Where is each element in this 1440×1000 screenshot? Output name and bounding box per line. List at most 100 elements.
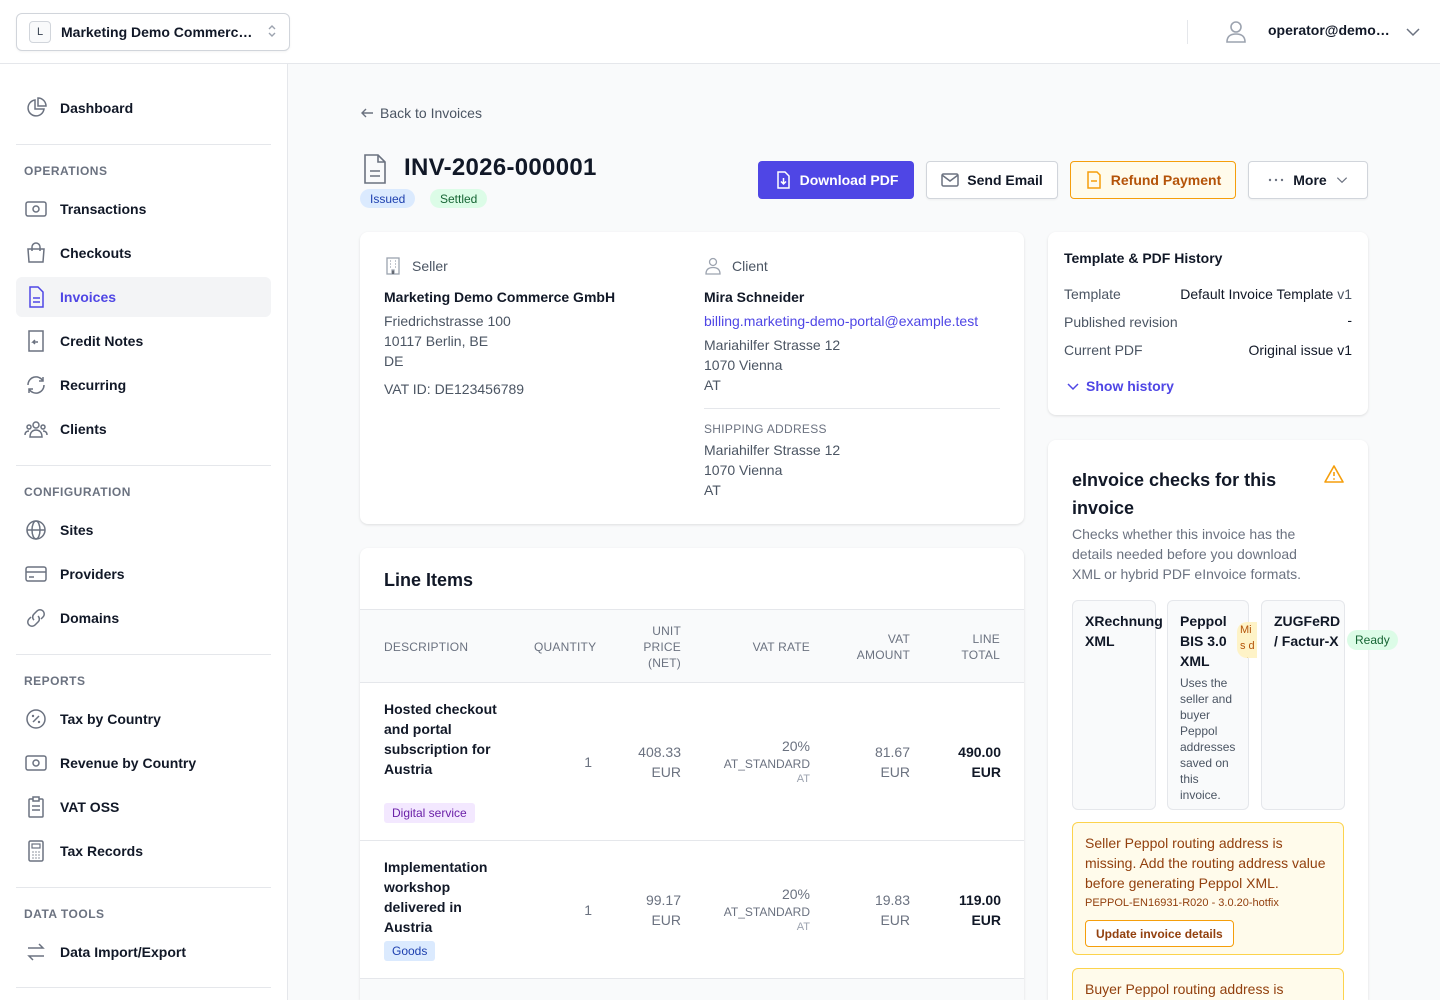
globe-icon (26, 520, 46, 540)
seller-street: Friedrichstrasse 100 (384, 313, 511, 329)
format-card-zugferd[interactable]: ZUGFeRD / Factur-X (1261, 600, 1345, 810)
vat-rate-value: 20% (781, 886, 810, 902)
user-icon (705, 257, 721, 275)
refund-label: Refund Payment (1110, 172, 1222, 188)
warning-buyer-peppol: Buyer Peppol routing address is (1072, 968, 1344, 1000)
sidebar-item-recurring[interactable]: Recurring (16, 365, 271, 405)
item-vat-rate: 20% AT_STANDARD AT (710, 736, 810, 786)
send-email-button[interactable]: Send Email (926, 161, 1058, 199)
status-badge-xrechnung: Mis dat (1237, 622, 1257, 658)
refresh-icon (27, 376, 45, 394)
client-name: Mira Schneider (704, 289, 805, 305)
banknote-icon (25, 201, 47, 217)
line-items-card: Line Items DESCRIPTION QUANTITY UNIT PRI… (360, 548, 1024, 1000)
calculator-icon (28, 840, 44, 862)
page-title: INV-2026-000001 (404, 154, 597, 181)
update-invoice-details-button[interactable]: Update invoice details (1085, 920, 1234, 947)
chevron-down-icon (1067, 383, 1079, 391)
link-icon (27, 609, 45, 627)
sidebar-item-sites[interactable]: Sites (16, 510, 271, 550)
sidebar-item-data-import-export[interactable]: Data Import/Export (16, 932, 271, 972)
arrows-exchange-icon (27, 943, 45, 961)
download-pdf-button[interactable]: Download PDF (758, 161, 914, 199)
chevron-down-icon[interactable] (1405, 24, 1421, 40)
warning-seller-peppol: Seller Peppol routing address is missing… (1072, 822, 1344, 955)
more-actions-button[interactable]: More (1248, 161, 1368, 199)
back-to-invoices-link[interactable]: Back to Invoices (360, 105, 482, 121)
item-vat-rate: 20% AT_STANDARD AT (710, 884, 810, 934)
sidebar-item-clients[interactable]: Clients (16, 409, 271, 449)
line-total-currency: EUR (971, 912, 1001, 928)
status-badge-issued: Issued (360, 189, 416, 208)
warning-text: Buyer Peppol routing address is (1085, 981, 1284, 997)
arrow-left-icon (361, 108, 373, 118)
format-card-xrechnung[interactable]: XRechnung XML (1072, 600, 1163, 810)
sidebar-item-vat-oss[interactable]: VAT OSS (16, 787, 271, 827)
sidebar-item-invoices[interactable]: Invoices (16, 277, 271, 317)
sidebar: Dashboard OPERATIONS Transactions Checko… (0, 64, 288, 1000)
sidebar-item-dashboard[interactable]: Dashboard (16, 88, 271, 128)
warning-icon (1324, 465, 1344, 483)
sidebar-item-providers[interactable]: Providers (16, 554, 271, 594)
client-heading: Client (704, 257, 768, 275)
clipboard-icon (28, 796, 44, 818)
format-note: Uses the seller and buyer Peppol address… (1180, 676, 1236, 802)
einvoice-description: Checks whether this invoice has the deta… (1072, 526, 1302, 582)
column-header: QUANTITY (534, 640, 597, 654)
divider (1187, 20, 1188, 44)
users-icon (24, 421, 48, 438)
status-badge-zugferd: Ready (1347, 630, 1398, 650)
seller-name: Marketing Demo Commerce GmbH (384, 289, 616, 305)
divider (16, 654, 271, 655)
sidebar-item-tax-records[interactable]: Tax Records (16, 831, 271, 871)
sidebar-item-label: Tax by Country (60, 711, 161, 727)
envelope-icon (941, 173, 960, 187)
item-vat-amount: 19.83 EUR (850, 890, 910, 930)
vat-amount-currency: EUR (880, 764, 910, 780)
sidebar-item-tax-by-country[interactable]: Tax by Country (16, 699, 271, 739)
sidebar-item-domains[interactable]: Domains (16, 598, 271, 638)
refund-payment-button[interactable]: Refund Payment (1070, 161, 1236, 199)
vat-country: AT (796, 773, 810, 785)
vat-code: AT_STANDARD (723, 905, 810, 919)
column-header: VAT RATE (752, 640, 810, 654)
seller-vat-id: VAT ID: DE123456789 (384, 381, 525, 397)
site-switcher[interactable]: L Marketing Demo Commerce GmbH (16, 13, 290, 51)
section-label-configuration: CONFIGURATION (24, 485, 131, 499)
item-quantity: 1 (584, 754, 592, 770)
more-label: More (1293, 172, 1327, 188)
user-avatar-icon[interactable] (1222, 18, 1250, 46)
sidebar-item-credit-notes[interactable]: Credit Notes (16, 321, 271, 361)
sidebar-item-label: VAT OSS (60, 799, 120, 815)
column-header: DESCRIPTION (384, 640, 469, 654)
building-icon (386, 257, 400, 275)
sidebar-item-label: Data Import/Export (60, 944, 187, 960)
file-download-icon (776, 171, 790, 189)
item-line-total: 119.00 EUR (930, 890, 1001, 930)
template-history-card: Template & PDF History Template Default … (1048, 232, 1368, 415)
user-email[interactable]: operator@demo.test (1268, 22, 1393, 38)
unit-price-value: 99.17 (645, 892, 681, 908)
download-label: Download PDF (799, 172, 899, 188)
sidebar-item-revenue-by-country[interactable]: Revenue by Country (16, 743, 271, 783)
vat-code: AT_STANDARD (723, 757, 810, 771)
sidebar-item-checkouts[interactable]: Checkouts (16, 233, 271, 273)
site-badge: L (29, 21, 51, 43)
sidebar-item-label: Tax Records (60, 843, 143, 859)
top-bar: L Marketing Demo Commerce GmbH operator@… (0, 0, 1440, 64)
shipping-country: AT (704, 482, 721, 498)
document-icon (29, 286, 44, 308)
client-email-link[interactable]: billing.marketing-demo-portal@example.te… (704, 313, 978, 329)
current-pdf-value: Original issue v1 (1248, 342, 1353, 358)
table-header: DESCRIPTION QUANTITY UNIT PRICE (NET) VA… (360, 609, 1024, 683)
show-history-label: Show history (1086, 378, 1174, 394)
sidebar-item-transactions[interactable]: Transactions (16, 189, 271, 229)
template-version: v1 (1337, 286, 1352, 302)
divider (704, 408, 1000, 409)
item-type-tag: Goods (384, 941, 436, 961)
revision-label: Published revision (1064, 314, 1178, 330)
item-line-total: 490.00 EUR (930, 742, 1001, 782)
divider (16, 465, 271, 466)
show-history-link[interactable]: Show history (1066, 378, 1174, 394)
divider (16, 887, 271, 888)
